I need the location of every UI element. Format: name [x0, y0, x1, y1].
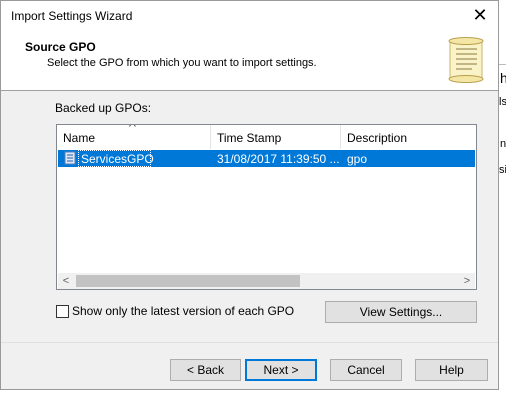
next-button[interactable]: Next > — [245, 359, 317, 381]
list-header: Name ^ Time Stamp Description — [57, 125, 476, 149]
backed-up-gpos-label: Backed up GPOs: — [55, 101, 152, 115]
column-header-description[interactable]: Description — [341, 125, 476, 149]
window-title: Import Settings Wizard — [11, 9, 133, 23]
footer-divider — [1, 342, 498, 343]
latest-version-label[interactable]: Show only the latest version of each GPO — [72, 304, 294, 318]
page-subtitle: Select the GPO from which you want to im… — [47, 57, 317, 69]
help-button[interactable]: Help — [415, 359, 488, 381]
column-header-label: Description — [347, 131, 408, 145]
sort-up-icon: ^ — [128, 124, 137, 133]
background-text: n — [500, 138, 506, 150]
back-button[interactable]: < Back — [170, 359, 241, 381]
background-text: h — [500, 70, 506, 86]
column-header-label: Time Stamp — [217, 131, 282, 145]
background-text: si — [499, 164, 506, 176]
cell-time-stamp: 31/08/2017 11:39:50 ... — [217, 152, 340, 166]
horizontal-scrollbar[interactable]: < > — [58, 273, 475, 289]
scroll-left-icon[interactable]: < — [58, 273, 74, 289]
latest-version-checkbox[interactable] — [56, 305, 69, 318]
gpo-list[interactable]: Name ^ Time Stamp Description ServicesGP… — [56, 124, 477, 290]
table-row[interactable]: ServicesGPO 31/08/2017 11:39:50 ... gpo — [58, 150, 475, 167]
title-bar: Import Settings Wizard ✕ — [1, 1, 498, 31]
wizard-header: Source GPO Select the GPO from which you… — [1, 31, 498, 91]
close-icon[interactable]: ✕ — [470, 6, 490, 26]
gpo-icon — [64, 151, 76, 165]
column-header-label: Name — [63, 131, 96, 145]
background-divider — [499, 64, 506, 65]
background-window: h ls n si — [499, 0, 506, 393]
background-text: ls — [499, 96, 506, 108]
scroll-icon — [448, 37, 484, 83]
column-header-time-stamp[interactable]: Time Stamp — [211, 125, 341, 149]
cancel-button[interactable]: Cancel — [330, 359, 402, 381]
cell-name: ServicesGPO — [81, 152, 154, 166]
page-title: Source GPO — [25, 40, 96, 54]
scrollbar-thumb[interactable] — [76, 275, 300, 287]
import-settings-wizard-dialog: Import Settings Wizard ✕ Source GPO Sele… — [0, 0, 499, 390]
view-settings-button[interactable]: View Settings... — [325, 301, 477, 323]
cell-description: gpo — [347, 152, 368, 166]
column-header-name[interactable]: Name ^ — [57, 125, 211, 149]
scroll-right-icon[interactable]: > — [459, 273, 475, 289]
